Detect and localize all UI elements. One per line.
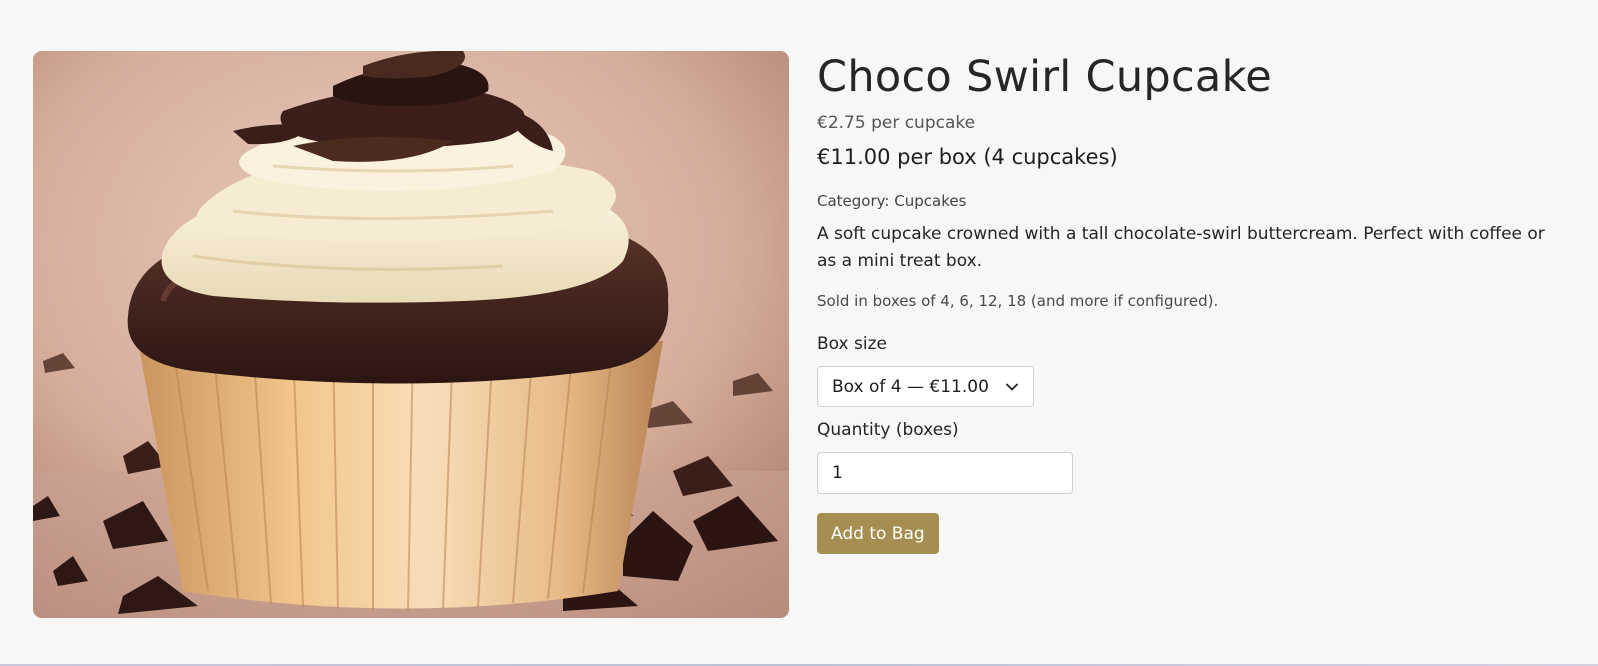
add-to-bag-button[interactable]: Add to Bag xyxy=(817,513,939,554)
product-title: Choco Swirl Cupcake xyxy=(817,52,1272,102)
cupcake-photo xyxy=(33,51,789,618)
product-page: Choco Swirl Cupcake €2.75 per cupcake €1… xyxy=(0,0,1598,666)
quantity-input[interactable] xyxy=(817,452,1073,494)
box-size-label: Box size xyxy=(817,334,887,354)
quantity-label: Quantity (boxes) xyxy=(817,420,959,440)
product-description: A soft cupcake crowned with a tall choco… xyxy=(817,224,1545,271)
box-price: €11.00 per box (4 cupcakes) xyxy=(817,145,1118,169)
product-details: Choco Swirl Cupcake €2.75 per cupcake €1… xyxy=(817,48,1577,554)
product-category: Category: Cupcakes xyxy=(817,192,967,210)
box-size-selected-value: Box of 4 — €11.00 xyxy=(832,376,989,397)
boxes-note: Sold in boxes of 4, 6, 12, 18 (and more … xyxy=(817,292,1219,310)
chevron-down-icon xyxy=(1005,380,1019,394)
unit-price: €2.75 per cupcake xyxy=(817,113,976,133)
box-size-select[interactable]: Box of 4 — €11.00 xyxy=(817,366,1034,407)
product-image xyxy=(33,51,789,618)
